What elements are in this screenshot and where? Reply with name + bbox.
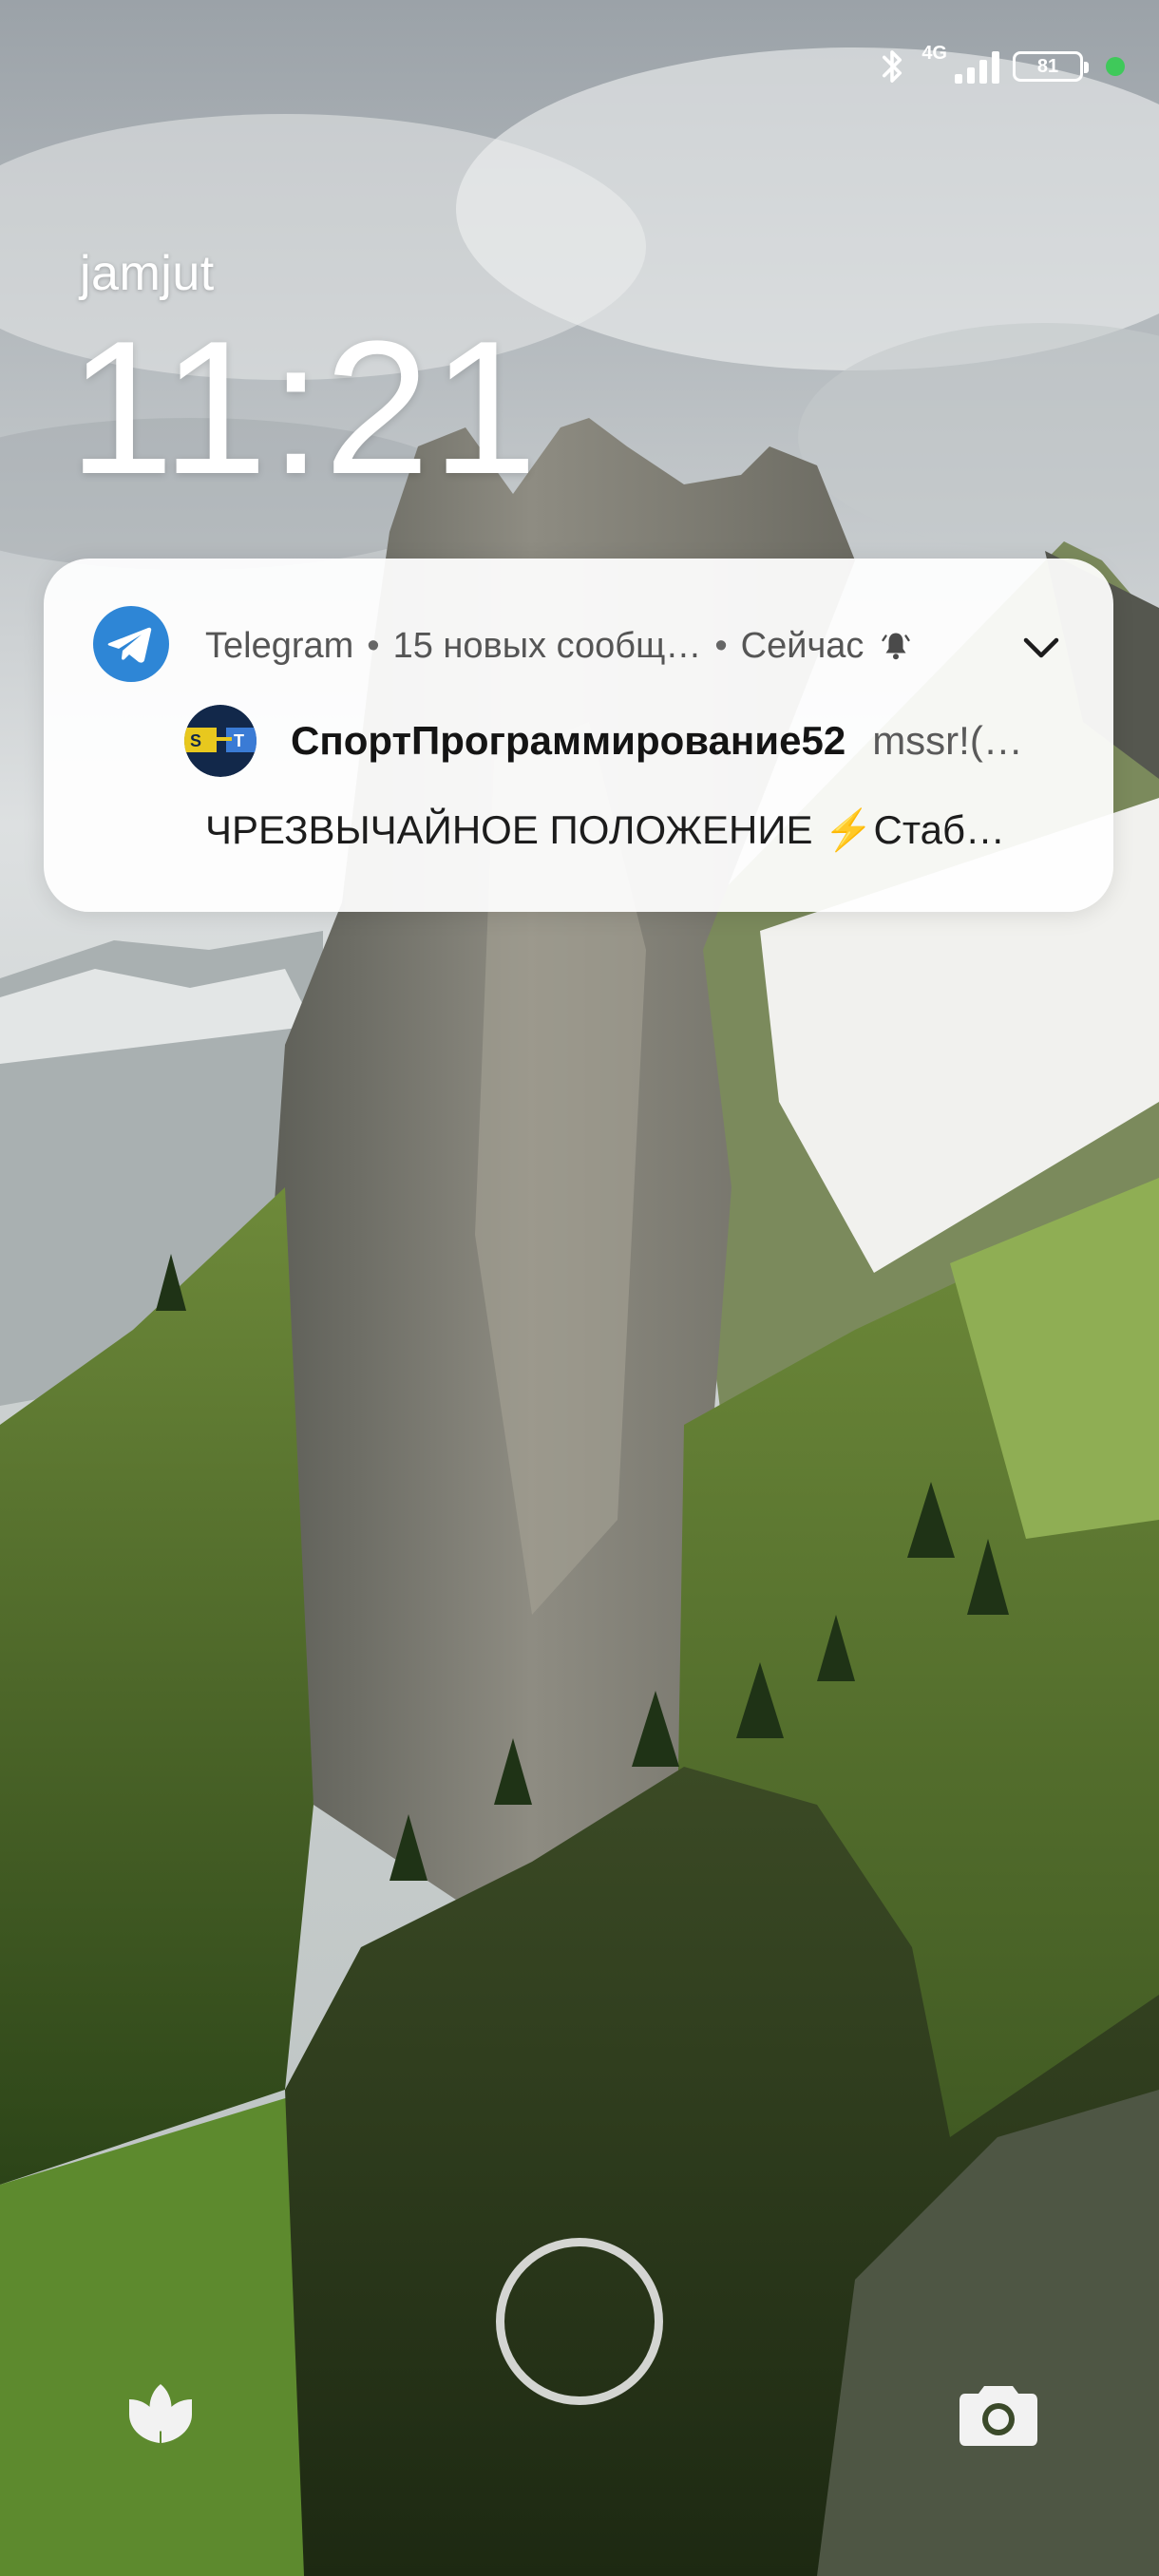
notification-time: Сейчас — [740, 625, 864, 666]
leaf-icon[interactable] — [120, 2371, 201, 2453]
notification-header: Telegram • 15 новых сообщ… • Сейчас — [205, 625, 999, 667]
privacy-indicator-dot — [1106, 57, 1125, 76]
battery-indicator: 81 — [1013, 51, 1089, 82]
svg-text:S: S — [190, 731, 201, 750]
telegram-notification[interactable]: Telegram • 15 новых сообщ… • Сейчас S T … — [44, 559, 1113, 912]
message-preview: mssr!(… — [872, 718, 1023, 763]
sender-avatar: S T — [184, 705, 256, 777]
app-name: Telegram — [205, 625, 354, 666]
owner-name: jamjut — [80, 246, 215, 301]
chevron-down-icon[interactable] — [1018, 629, 1064, 667]
bell-icon — [882, 633, 911, 660]
lockscreen-clock: 11:21 — [68, 302, 540, 514]
telegram-icon — [93, 606, 169, 682]
bluetooth-icon — [883, 50, 902, 83]
sender-name: СпортПрограммирование52 — [291, 718, 846, 763]
separator-dot: • — [367, 625, 380, 666]
signal-bars-icon — [955, 49, 999, 84]
fingerprint-ring-icon[interactable] — [496, 2238, 663, 2405]
battery-level: 81 — [1036, 55, 1059, 77]
camera-icon[interactable] — [958, 2378, 1039, 2449]
svg-text:T: T — [234, 731, 244, 750]
notification-body: ЧРЕЗВЫЧАЙНОЕ ПОЛОЖЕНИЕ ⚡Стаб… — [205, 807, 1006, 852]
network-type: 4G — [922, 42, 947, 64]
notification-summary: 15 новых сообщ… — [392, 625, 702, 666]
status-bar: 4G 81 — [876, 38, 1125, 95]
separator-dot: • — [714, 625, 728, 666]
notification-title-row: СпортПрограммирование52 mssr!(… — [291, 718, 1056, 764]
